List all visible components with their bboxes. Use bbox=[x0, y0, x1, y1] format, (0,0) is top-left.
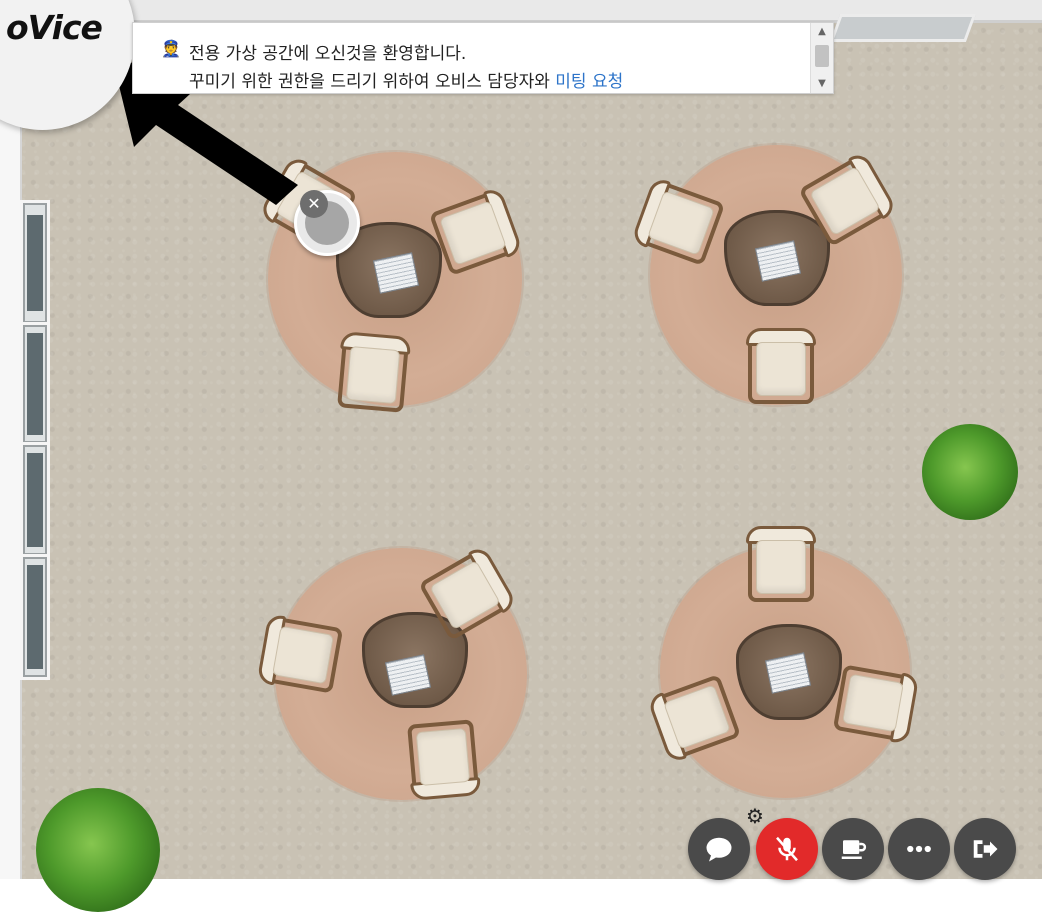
chair[interactable] bbox=[256, 613, 344, 694]
chair[interactable] bbox=[746, 526, 816, 602]
notice-line-2: 꾸미기 위한 권한을 드리기 위하여 오비스 담당자와 미팅 요청 bbox=[189, 67, 623, 92]
scroll-thumb[interactable] bbox=[815, 45, 829, 67]
left-window bbox=[20, 200, 50, 326]
top-window bbox=[829, 14, 977, 42]
mic-off-icon bbox=[776, 836, 798, 862]
plant bbox=[36, 788, 160, 912]
notice-scrollbar[interactable]: ▲ ▼ bbox=[810, 23, 833, 93]
user-badge-icon: 👮 bbox=[161, 39, 181, 58]
chair[interactable] bbox=[407, 719, 482, 801]
more-button[interactable] bbox=[888, 818, 950, 880]
chair[interactable] bbox=[832, 664, 920, 745]
more-dots-icon bbox=[907, 845, 931, 853]
left-window bbox=[20, 322, 50, 446]
chat-bubble-icon bbox=[706, 837, 732, 862]
notice-line-2-text: 꾸미기 위한 권한을 드리기 위하여 오비스 담당자와 bbox=[189, 72, 556, 92]
left-window bbox=[20, 442, 50, 558]
chair[interactable] bbox=[337, 331, 412, 413]
notice-line-1: 전용 가상 공간에 오신것을 환영합니다. bbox=[189, 44, 467, 64]
exit-door-icon bbox=[973, 840, 998, 858]
welcome-notice: 👮 전용 가상 공간에 오신것을 환영합니다. 꾸미기 위한 권한을 드리기 위… bbox=[132, 22, 834, 94]
chat-button[interactable] bbox=[688, 818, 750, 880]
chair[interactable] bbox=[746, 328, 816, 404]
scroll-up-icon[interactable]: ▲ bbox=[811, 23, 833, 41]
break-button[interactable] bbox=[822, 818, 884, 880]
meeting-request-link[interactable]: 미팅 요청 bbox=[555, 72, 623, 92]
coffee-cup-icon bbox=[841, 840, 867, 859]
left-window bbox=[20, 554, 50, 680]
app-logo[interactable]: oVice bbox=[6, 8, 103, 47]
exit-button[interactable] bbox=[954, 818, 1016, 880]
left-wall bbox=[0, 0, 22, 879]
plant bbox=[922, 424, 1018, 520]
mic-button[interactable] bbox=[756, 818, 818, 880]
gear-icon[interactable]: ⚙ bbox=[746, 804, 764, 828]
scroll-down-icon[interactable]: ▼ bbox=[811, 75, 833, 93]
